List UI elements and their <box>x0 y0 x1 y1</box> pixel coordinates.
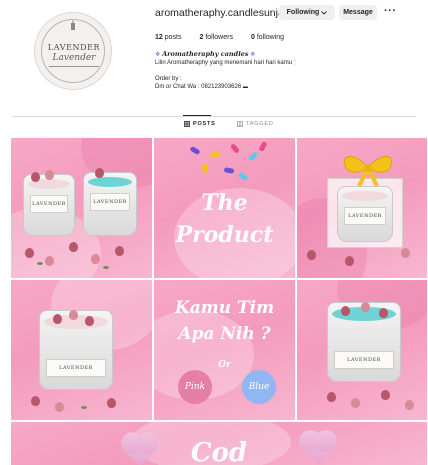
candle-jar-blue: LAVENDER <box>327 302 401 382</box>
posts-count: 12 <box>155 34 163 41</box>
following-button[interactable]: Following <box>279 5 335 20</box>
candle-jar-boxed: LAVENDER <box>337 186 393 242</box>
post-cod-text: Cod <box>190 438 248 465</box>
pink-choice-badge: Pink <box>178 370 212 404</box>
bio-contact: Dm or Chat Wa : 082123903626 <box>155 84 242 90</box>
following-count: 0 <box>250 34 255 41</box>
jar-label: LAVENDER <box>46 359 106 377</box>
post-thumbnail-blue-jar[interactable]: LAVENDER <box>297 280 427 420</box>
jar-label: LAVENDER <box>30 195 68 213</box>
post-thumbnail-gift-box[interactable]: LAVENDER <box>297 138 427 278</box>
message-button[interactable]: Message <box>339 5 377 20</box>
tabs-divider <box>12 116 416 117</box>
followers-stat-label: followers <box>205 34 233 41</box>
bio-title: Aromatheraphy candles <box>162 50 249 58</box>
grid-icon <box>184 121 190 127</box>
avatar-brand-text: LAVENDER <box>47 43 101 52</box>
candle-logo-icon <box>71 20 75 30</box>
followers-count: 2 <box>199 34 204 41</box>
jar-label: LAVENDER <box>90 193 130 211</box>
active-tab-indicator <box>183 115 211 116</box>
post-title-the: The <box>201 190 248 216</box>
post-thumbnail-the-product[interactable]: The Product <box>154 138 295 278</box>
candle-jar-pink: LAVENDER <box>39 310 113 390</box>
candle-emoji-icon: 🕯 <box>293 60 296 66</box>
bio-contact-line: Dm or Chat Wa : 082123903626 ▬ <box>155 83 415 91</box>
post-question-line2: Apa Nih ? <box>178 324 271 344</box>
following-stat[interactable]: 0 following <box>251 34 284 41</box>
tab-posts[interactable]: POSTS <box>184 121 216 127</box>
bio-order-label: Order by : <box>155 76 182 82</box>
avatar-divider <box>49 66 99 67</box>
candle-jar-pink: LAVENDER <box>23 174 75 236</box>
posts-stat[interactable]: 12 posts <box>155 34 181 41</box>
blue-choice-badge: Blue <box>242 370 276 404</box>
post-or-label: Or <box>218 360 231 370</box>
post-thumbnail-cod[interactable]: Cod <box>11 422 427 465</box>
post-thumbnail-pink-or-blue[interactable]: Kamu Tim Apa Nih ? Or Pink Blue <box>154 280 295 420</box>
chevron-down-icon <box>321 10 328 15</box>
message-button-label: Message <box>343 9 373 16</box>
avatar-script-text: Lavender <box>52 53 96 63</box>
followers-stat[interactable]: 2 followers <box>199 34 232 41</box>
ribbon-bow-icon <box>343 156 393 187</box>
tab-posts-label: POSTS <box>193 121 216 127</box>
following-button-label: Following <box>286 9 320 16</box>
bio-description: Lilin Aromatheraphy yang menemani hari h… <box>155 60 293 66</box>
candle-jar-blue: LAVENDER <box>83 172 137 236</box>
jar-label: LAVENDER <box>334 351 394 369</box>
profile-header: LAVENDER Lavender aromatheraphy.candlesu… <box>0 0 428 110</box>
bio-title-line: ❖ Aromatheraphy candles ❖ <box>155 50 415 59</box>
profile-avatar[interactable]: LAVENDER Lavender <box>34 12 112 90</box>
profile-bio: ❖ Aromatheraphy candles ❖ Lilin Aromathe… <box>155 50 415 91</box>
tagged-user-icon <box>237 121 243 127</box>
post-question-line1: Kamu Tim <box>174 298 275 318</box>
posts-stat-label: posts <box>164 34 182 41</box>
sparkle-icon: ❖ <box>250 52 256 58</box>
following-stat-label: following <box>256 34 285 41</box>
phone-emoji-icon: ▬ <box>242 84 248 90</box>
more-options-icon[interactable]: ··· <box>384 5 397 17</box>
post-thumbnail-pink-jar[interactable]: LAVENDER <box>11 280 152 420</box>
tab-tagged[interactable]: TAGGED <box>237 121 274 127</box>
profile-username: aromatheraphy.candlesunjay <box>155 7 290 19</box>
post-thumbnail-two-jars[interactable]: LAVENDER LAVENDER <box>11 138 152 278</box>
posts-grid: LAVENDER LAVENDER The Product LAVENDER L… <box>11 138 427 465</box>
sparkle-icon: ❖ <box>155 52 161 58</box>
bio-line: Lilin Aromatheraphy yang menemani hari h… <box>155 59 415 67</box>
tab-tagged-label: TAGGED <box>246 121 274 127</box>
post-title-product: Product <box>175 222 274 248</box>
profile-stats: 12 posts 2 followers 0 following <box>155 34 284 41</box>
jar-label: LAVENDER <box>344 207 386 225</box>
